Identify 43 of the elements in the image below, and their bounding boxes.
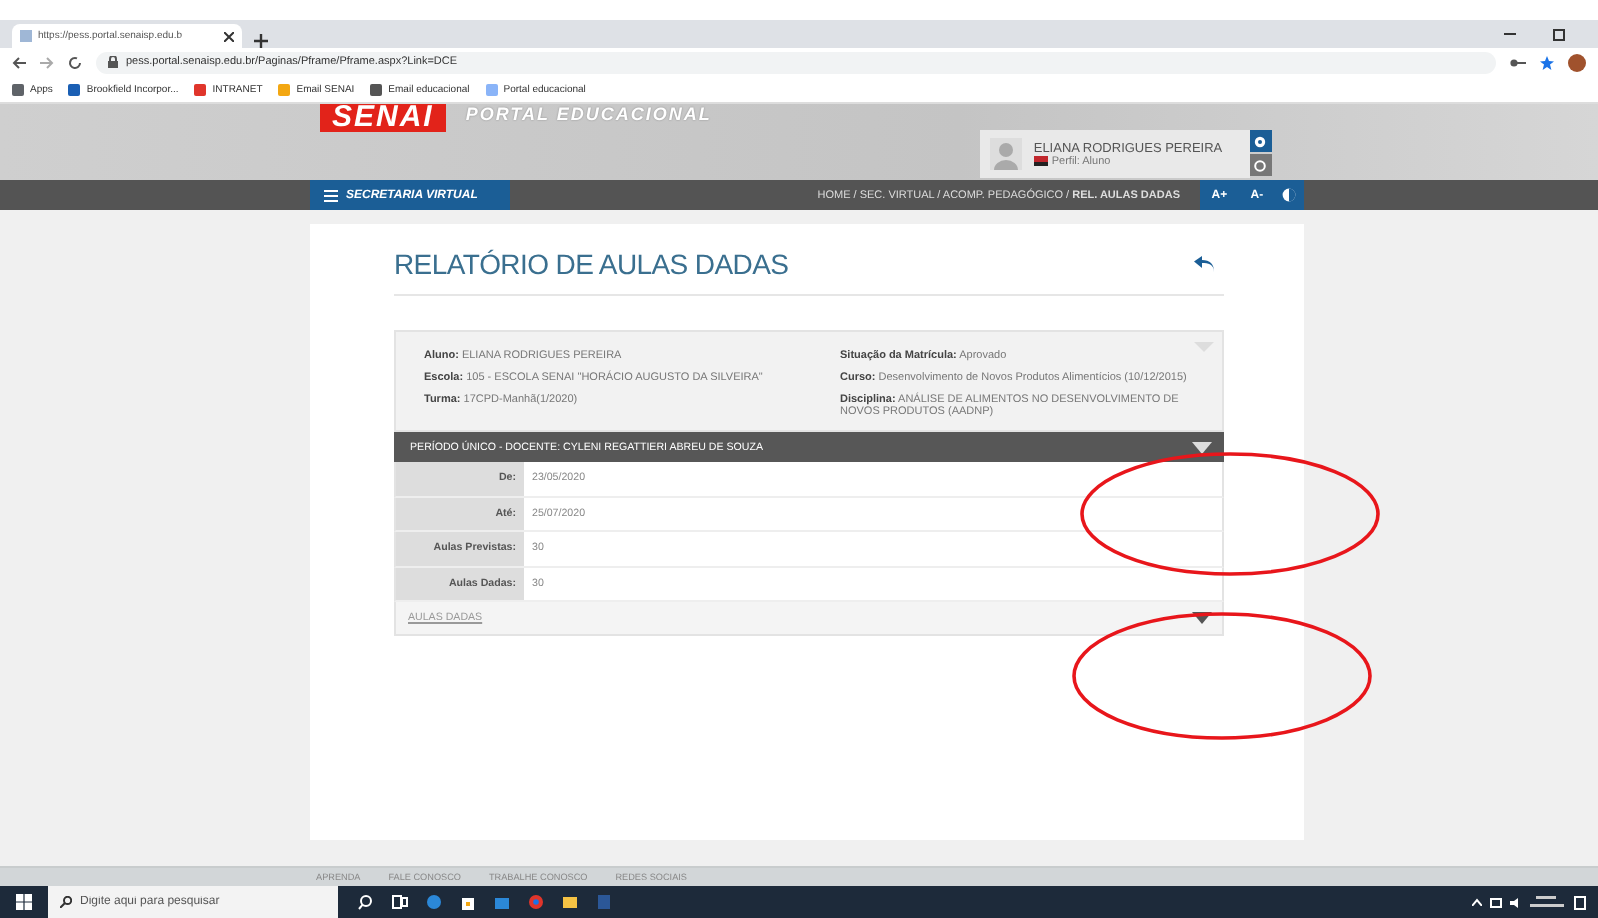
close-icon[interactable] xyxy=(224,31,234,41)
speaker-icon[interactable] xyxy=(1510,897,1522,907)
power-button[interactable] xyxy=(1249,154,1272,176)
search-icon xyxy=(60,896,72,908)
windows-icon xyxy=(16,894,32,910)
gear-icon xyxy=(1254,135,1267,147)
shopping-bag-icon[interactable] xyxy=(460,894,476,910)
dropdown-triangle-icon[interactable] xyxy=(1192,612,1212,624)
chrome-icon[interactable] xyxy=(528,894,544,910)
page-icon xyxy=(20,30,32,42)
menu-icon xyxy=(324,189,338,201)
bookmark-icon xyxy=(12,83,24,95)
bookmark-icon xyxy=(194,83,207,95)
browser-icon[interactable] xyxy=(426,894,442,910)
restore-icon[interactable] xyxy=(1552,27,1566,41)
bookmark-icon xyxy=(485,83,498,95)
folder-icon[interactable] xyxy=(562,894,578,910)
star-icon[interactable] xyxy=(1540,55,1554,69)
lock-icon xyxy=(108,56,118,68)
bookmark-icon xyxy=(370,83,383,95)
back-arrow-icon[interactable] xyxy=(1194,256,1214,272)
network-icon[interactable] xyxy=(1490,897,1502,907)
logo[interactable]: SENAI xyxy=(320,104,446,132)
bookmark-icon xyxy=(278,83,291,95)
search-icon[interactable] xyxy=(358,894,374,910)
page-title: RELATÓRIO DE AULAS DADAS xyxy=(394,248,789,280)
settings-button[interactable] xyxy=(1249,130,1272,152)
profile-flag-icon xyxy=(1033,156,1048,166)
minimize-icon[interactable] xyxy=(1504,27,1516,39)
power-icon xyxy=(1254,159,1267,171)
chevron-up-icon[interactable] xyxy=(1472,898,1482,906)
plus-icon[interactable] xyxy=(254,34,268,48)
user-silhouette-icon xyxy=(989,138,1022,170)
key-icon[interactable] xyxy=(1510,57,1526,67)
contrast-icon[interactable] xyxy=(1282,188,1297,202)
dropdown-triangle-icon[interactable] xyxy=(1192,441,1212,453)
notification-icon[interactable] xyxy=(1574,895,1586,909)
avatar-icon[interactable] xyxy=(1568,53,1586,71)
task-view-icon[interactable] xyxy=(392,894,408,910)
briefcase-icon[interactable] xyxy=(494,894,510,910)
back-icon[interactable] xyxy=(12,55,26,69)
bookmark-icon xyxy=(68,83,81,95)
reload-icon[interactable] xyxy=(68,55,82,69)
